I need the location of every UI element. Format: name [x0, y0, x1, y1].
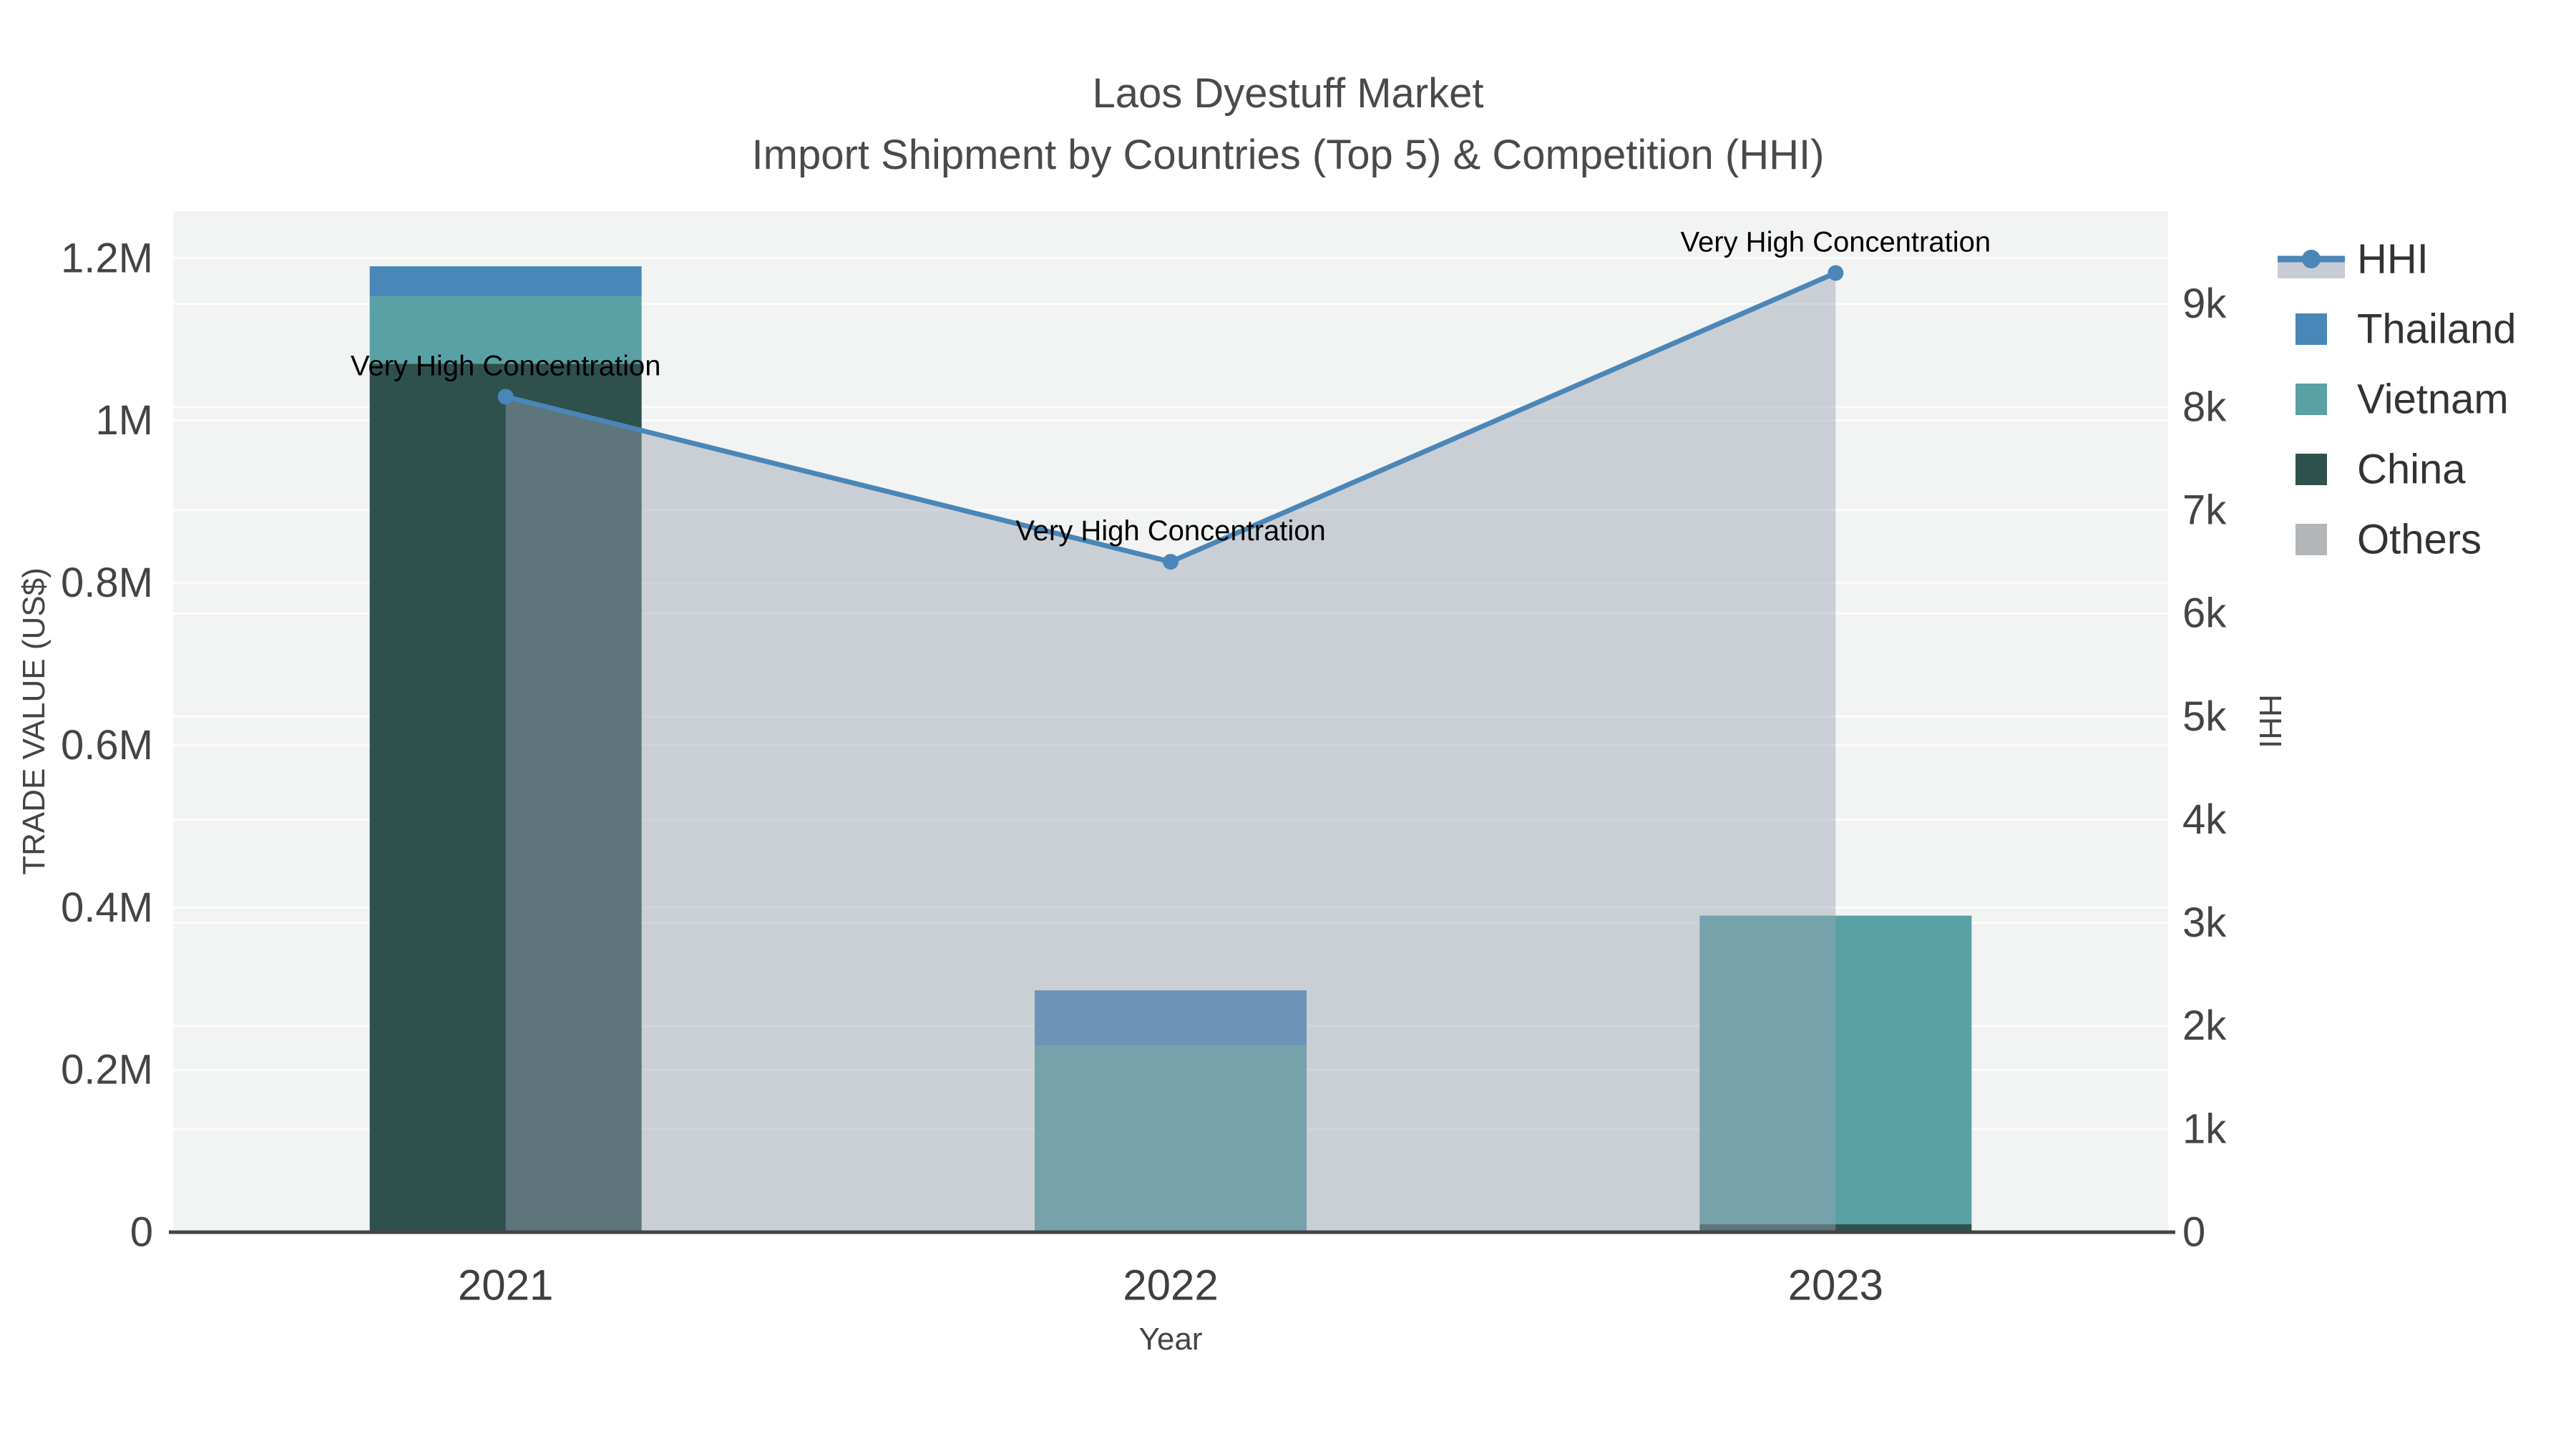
left-tick-label: 0	[130, 1209, 153, 1256]
chart-figure: Very High Concentration Very High Concent…	[0, 0, 2576, 1449]
left-tick-label: 0.8M	[61, 560, 153, 606]
legend-item-vietnam[interactable]: Vietnam	[2296, 376, 2509, 423]
hhi-marker-2023[interactable]	[1828, 265, 1844, 281]
left-tick-label: 1.2M	[61, 235, 153, 281]
combo-chart: Very High Concentration Very High Concent…	[16, 70, 2516, 1357]
annotation-2022: Very High Concentration	[1015, 515, 1326, 547]
hhi-marker-2021[interactable]	[497, 389, 514, 405]
legend-label-china: China	[2357, 447, 2466, 493]
legend-item-thailand[interactable]: Thailand	[2296, 306, 2516, 353]
right-tick-label: 7k	[2182, 487, 2227, 534]
annotation-2021: Very High Concentration	[351, 350, 661, 381]
hhi-marker-2022[interactable]	[1163, 554, 1179, 570]
left-tick-label: 0.2M	[61, 1047, 153, 1093]
right-tick-label: 5k	[2182, 693, 2227, 740]
x-axis-title: Year	[1139, 1322, 1203, 1357]
legend-item-china[interactable]: China	[2296, 447, 2466, 493]
right-axis-title: HHI	[2253, 694, 2288, 748]
right-tick-label: 8k	[2182, 384, 2227, 430]
left-axis-ticks: 0 0.2M 0.4M 0.6M 0.8M 1M 1.2M	[61, 235, 153, 1255]
right-tick-label: 4k	[2182, 796, 2227, 843]
legend-label-others: Others	[2357, 517, 2482, 563]
chart-title-line1: Laos Dyestuff Market	[1093, 70, 1484, 117]
legend-color-swatch	[2296, 384, 2327, 415]
right-tick-label: 1k	[2182, 1106, 2227, 1152]
legend-color-swatch	[2296, 313, 2327, 345]
right-tick-label: 0	[2182, 1209, 2205, 1256]
x-tick-label-2021: 2021	[458, 1262, 553, 1309]
x-tick-label-2023: 2023	[1788, 1262, 1883, 1309]
right-tick-label: 2k	[2182, 1002, 2227, 1049]
x-tick-label-2022: 2022	[1123, 1262, 1218, 1309]
right-tick-label: 3k	[2182, 899, 2227, 946]
legend-label-vietnam: Vietnam	[2357, 376, 2509, 423]
left-axis-title: TRADE VALUE (US$)	[16, 567, 52, 875]
legend-item-hhi[interactable]: HHI	[2278, 236, 2429, 283]
legend: HHI Thailand Vietnam China Others	[2278, 236, 2516, 563]
legend-label-thailand: Thailand	[2357, 306, 2516, 353]
annotation-2023: Very High Concentration	[1681, 226, 1991, 258]
legend-label-hhi: HHI	[2357, 236, 2429, 283]
chart-title-line2: Import Shipment by Countries (Top 5) & C…	[752, 132, 1825, 178]
left-tick-label: 0.6M	[61, 722, 153, 769]
left-tick-label: 0.4M	[61, 884, 153, 931]
legend-marker-swatch	[2302, 250, 2321, 268]
right-tick-label: 9k	[2182, 280, 2227, 327]
bar-thailand-2021[interactable]	[369, 266, 642, 297]
x-axis-ticks: 2021 2022 2023	[458, 1262, 1883, 1309]
right-tick-label: 6k	[2182, 590, 2227, 637]
left-tick-label: 1M	[95, 397, 153, 444]
legend-color-swatch	[2296, 454, 2327, 485]
legend-color-swatch	[2296, 524, 2327, 555]
right-axis-ticks: 0 1k 2k 3k 4k 5k 6k 7k 8k 9k	[2182, 280, 2227, 1255]
legend-item-others[interactable]: Others	[2296, 517, 2482, 563]
